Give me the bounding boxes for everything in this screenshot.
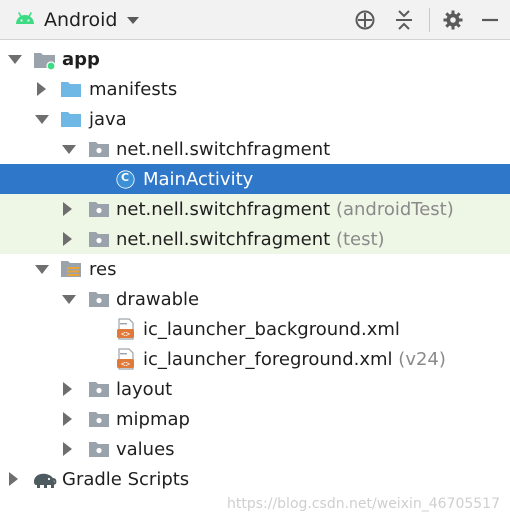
expand-arrow-icon[interactable] [35,114,49,124]
folder-icon [88,380,110,403]
package-icon [88,230,110,253]
tree-node-gradle-scripts[interactable]: Gradle Scripts [0,464,510,494]
package-icon [88,140,110,163]
tree-node-package-test[interactable]: net.nell.switchfragment (test) [0,224,510,254]
package-icon [88,200,110,223]
tree-node-app[interactable]: app [0,44,510,74]
tree-label: drawable [116,288,200,310]
collapse-arrow-icon[interactable] [63,202,72,216]
tree-node-package-main[interactable]: net.nell.switchfragment [0,134,510,164]
tree-node-java[interactable]: java [0,104,510,134]
tree-label: ic_launcher_foreground.xml [143,348,393,370]
tree-node-mipmap[interactable]: mipmap [0,404,510,434]
crosshair-icon [355,10,375,30]
tree-node-main-activity[interactable]: C MainActivity [0,164,510,194]
tree-label: manifests [89,78,178,100]
tree-label: mipmap [116,408,190,430]
module-folder-icon [33,50,57,75]
tree-label: net.nell.switchfragment [116,228,331,250]
tree-node-package-androidtest[interactable]: net.nell.switchfragment (androidTest) [0,194,510,224]
tree-label: ic_launcher_background.xml [143,318,400,340]
folder-icon [88,290,110,313]
tree-label: MainActivity [143,168,254,190]
tree-label: values [116,438,175,460]
tree-label: app [62,48,100,70]
tree-label: net.nell.switchfragment [116,138,331,160]
resource-folder-icon [60,259,82,284]
gear-icon [443,10,463,30]
class-badge: C [121,171,130,184]
dropdown-caret-icon [127,16,140,24]
collapse-arrow-icon[interactable] [9,472,18,486]
collapse-arrow-icon[interactable] [63,232,72,246]
tree-node-drawable[interactable]: drawable [0,284,510,314]
expand-arrow-icon[interactable] [8,54,22,64]
folder-icon [88,440,110,463]
toolbar-separator [429,8,430,32]
collapse-arrow-icon[interactable] [37,82,46,96]
collapse-all-button[interactable] [392,8,416,32]
source-set-suffix: (androidTest) [335,198,454,220]
project-view-toolbar: Android [0,0,510,40]
tree-node-layout[interactable]: layout [0,374,510,404]
svg-text:<>: <> [121,329,131,338]
android-icon [14,10,36,30]
gradle-elephant-icon [31,470,57,495]
watermark-text: https://blog.csdn.net/weixin_46705517 [226,496,500,512]
view-selector-dropdown[interactable]: Android [14,0,140,40]
tree-label: net.nell.switchfragment [116,198,331,220]
expand-arrow-icon[interactable] [62,144,76,154]
folder-icon [60,80,82,103]
svg-text:<>: <> [121,359,131,368]
collapse-arrow-icon[interactable] [63,442,72,456]
folder-icon [60,110,82,133]
tree-node-ic-launcher-foreground[interactable]: <> ic_launcher_foreground.xml (v24) [0,344,510,374]
tree-node-manifests[interactable]: manifests [0,74,510,104]
qualifier-suffix: (v24) [398,348,446,370]
minimize-icon [482,18,498,22]
folder-icon [88,410,110,433]
tree-node-ic-launcher-background[interactable]: <> ic_launcher_background.xml [0,314,510,344]
tree-label: res [89,258,117,280]
expand-arrow-icon[interactable] [62,294,76,304]
xml-file-icon: <> [116,318,136,345]
tree-node-values[interactable]: values [0,434,510,464]
view-selector-label: Android [44,9,118,31]
collapse-arrow-icon[interactable] [63,382,72,396]
source-set-suffix: (test) [335,228,385,250]
tree-label: java [89,108,127,130]
settings-button[interactable] [441,8,465,32]
expand-arrow-icon[interactable] [35,264,49,274]
tree-node-res[interactable]: res [0,254,510,284]
hide-panel-button[interactable] [478,8,502,32]
collapse-arrow-icon[interactable] [63,412,72,426]
scroll-from-source-button[interactable] [353,8,377,32]
collapse-icon [396,10,412,30]
xml-file-icon: <> [116,348,136,375]
tree-label: Gradle Scripts [62,468,190,490]
tree-label: layout [116,378,173,400]
